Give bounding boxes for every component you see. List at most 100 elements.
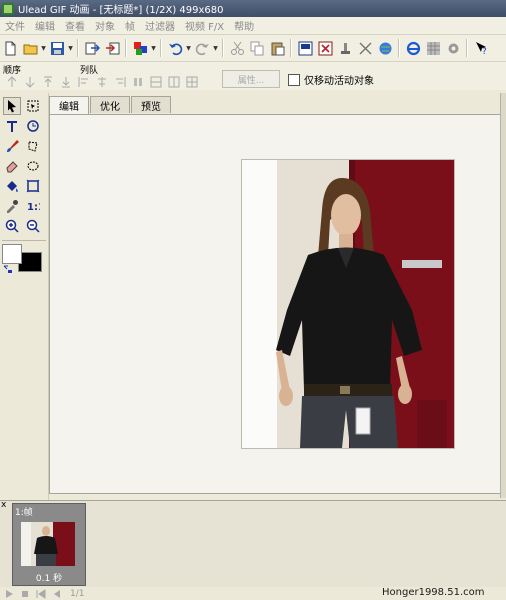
copy-button[interactable]	[248, 39, 266, 57]
import-icon	[85, 42, 100, 54]
menu-help[interactable]: 帮助	[229, 18, 259, 33]
undo-button[interactable]	[166, 39, 184, 57]
cut-button[interactable]	[228, 39, 246, 57]
tab-edit[interactable]: 编辑	[49, 96, 89, 114]
play-button[interactable]	[4, 589, 16, 599]
menu-video-fx[interactable]: 视频 F/X	[180, 18, 229, 33]
lasso-icon	[28, 141, 38, 152]
fill-bucket-tool[interactable]	[3, 177, 21, 195]
zoom-in-tool[interactable]	[3, 217, 21, 235]
new-file-button[interactable]	[1, 39, 19, 57]
globe-button[interactable]	[376, 39, 394, 57]
align-left-icon	[78, 77, 88, 87]
transform-tool[interactable]	[24, 117, 42, 135]
align-right-button[interactable]	[112, 75, 127, 90]
align-center-button[interactable]	[94, 75, 109, 90]
eraser-tool[interactable]	[3, 157, 21, 175]
open-dropdown-arrow[interactable]: ▼	[40, 45, 47, 52]
align-left-button[interactable]	[76, 75, 91, 90]
portrait-image	[242, 160, 454, 448]
grab-tool[interactable]	[24, 177, 42, 195]
menu-file[interactable]: 文件	[0, 18, 30, 33]
save-icon	[50, 41, 64, 55]
separator	[290, 39, 292, 57]
settings-button[interactable]	[444, 39, 462, 57]
color-icon	[133, 41, 147, 55]
grid-icon	[426, 41, 440, 55]
ie-button[interactable]	[404, 39, 422, 57]
import-button[interactable]	[83, 39, 101, 57]
eraser-icon	[6, 161, 18, 173]
pointer-tool[interactable]	[3, 97, 21, 115]
distribute-button[interactable]	[130, 75, 145, 90]
foreground-color-swatch[interactable]	[2, 244, 22, 264]
menu-edit[interactable]: 编辑	[30, 18, 60, 33]
save-button[interactable]	[48, 39, 66, 57]
delete-button[interactable]	[316, 39, 334, 57]
separator	[125, 39, 127, 57]
menu-object[interactable]: 对象	[90, 18, 120, 33]
same-size-button[interactable]	[184, 75, 199, 90]
gear-icon	[448, 43, 458, 53]
grab-icon	[26, 179, 40, 193]
move-down-button[interactable]	[22, 75, 37, 90]
text-tool[interactable]	[3, 117, 21, 135]
save-dropdown-arrow[interactable]: ▼	[67, 45, 74, 52]
zoom-out-tool[interactable]	[24, 217, 42, 235]
first-frame-button[interactable]	[36, 589, 48, 599]
undo-dropdown-arrow[interactable]: ▼	[185, 45, 192, 52]
previous-frame-button[interactable]	[52, 589, 64, 599]
canvas-image[interactable]	[241, 159, 455, 449]
move-active-only-option[interactable]: 仅移动活动对象	[288, 72, 374, 87]
redo-button[interactable]	[193, 39, 211, 57]
delete-icon	[318, 41, 332, 55]
tab-optimize[interactable]: 优化	[90, 96, 130, 113]
move-bottom-button[interactable]	[58, 75, 73, 90]
image-icon	[298, 41, 312, 55]
undo-icon	[168, 43, 182, 55]
ellipse-select-tool[interactable]	[24, 157, 42, 175]
paste-button[interactable]	[268, 39, 286, 57]
menu-frame[interactable]: 帧	[120, 18, 140, 33]
tab-preview[interactable]: 预览	[131, 96, 171, 113]
arrow-up-icon	[7, 76, 16, 87]
menu-filter[interactable]: 过滤器	[140, 18, 180, 33]
separator	[466, 39, 468, 57]
menu-view[interactable]: 查看	[60, 18, 90, 33]
open-button[interactable]	[21, 39, 39, 57]
transform-button[interactable]	[356, 39, 374, 57]
separator	[77, 39, 79, 57]
properties-button[interactable]: 属性...	[222, 70, 280, 88]
swap-colors-icon[interactable]	[3, 264, 13, 274]
actual-size-tool[interactable]: 1:1	[24, 197, 42, 215]
export-icon	[105, 42, 119, 54]
crop-tool[interactable]	[24, 97, 42, 115]
move-up-button[interactable]	[4, 75, 19, 90]
vertical-scrollbar[interactable]	[500, 93, 506, 498]
lasso-tool[interactable]	[24, 137, 42, 155]
color-dropdown-arrow[interactable]: ▼	[150, 45, 157, 52]
paint-brush-icon	[7, 140, 19, 152]
paint-brush-tool[interactable]	[3, 137, 21, 155]
pointer-icon	[8, 100, 16, 113]
frame-thumbnail[interactable]: 1:帧 0.1 秒	[12, 503, 86, 586]
grid-button[interactable]	[424, 39, 442, 57]
stop-button[interactable]	[20, 589, 32, 599]
help-button[interactable]: ?	[472, 39, 490, 57]
frame-delay: 0.1 秒	[35, 574, 63, 584]
same-width-button[interactable]	[148, 75, 163, 90]
move-active-only-checkbox[interactable]	[288, 73, 300, 86]
tool-panel: 1:1	[0, 93, 49, 500]
image-button[interactable]	[296, 39, 314, 57]
stamp-button[interactable]	[336, 39, 354, 57]
same-height-button[interactable]	[166, 75, 181, 90]
frame-panel-close-button[interactable]: x	[1, 500, 6, 510]
eyedropper-tool[interactable]	[3, 197, 21, 215]
move-top-button[interactable]	[40, 75, 55, 90]
redo-dropdown-arrow[interactable]: ▼	[212, 45, 219, 52]
align-center-icon	[97, 77, 106, 87]
rotate-icon	[27, 120, 39, 132]
eyedropper-icon	[7, 200, 18, 213]
color-button[interactable]	[131, 39, 149, 57]
export-button[interactable]	[103, 39, 121, 57]
